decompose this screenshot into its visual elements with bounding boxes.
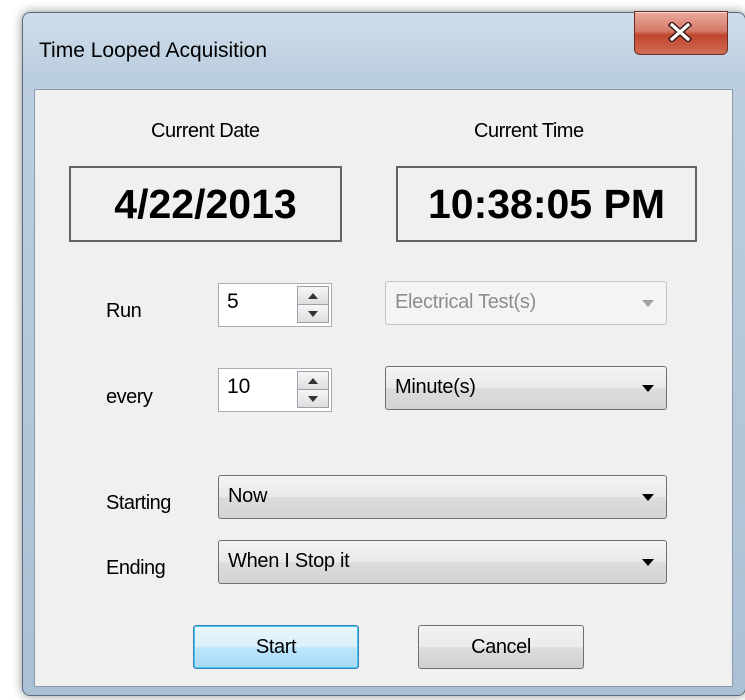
interval-up-button[interactable] — [297, 371, 329, 390]
ending-label: Ending — [106, 557, 166, 579]
cancel-button[interactable]: Cancel — [418, 625, 584, 669]
current-time-display: 10:38:05 PM — [396, 166, 697, 242]
time-looped-acquisition-dialog: Time Looped Acquisition Current Date Cur… — [22, 11, 745, 696]
title-bar[interactable]: Time Looped Acquisition — [23, 11, 745, 89]
run-label: Run — [106, 300, 142, 322]
starting-label: Starting — [106, 492, 171, 514]
dialog-content: Current Date Current Time 4/22/2013 10:3… — [34, 89, 733, 687]
run-count-stepper[interactable]: 5 — [218, 283, 332, 327]
chevron-down-icon — [642, 300, 654, 307]
start-button[interactable]: Start — [193, 625, 359, 669]
test-type-value: Electrical Test(s) — [395, 291, 536, 313]
every-label: every — [106, 386, 153, 408]
current-date-label: Current Date — [151, 120, 260, 142]
test-type-dropdown[interactable]: Electrical Test(s) — [385, 281, 667, 325]
chevron-down-icon — [642, 559, 654, 566]
chevron-down-icon — [642, 385, 654, 392]
current-date-display: 4/22/2013 — [69, 166, 342, 242]
current-time-label: Current Time — [474, 120, 584, 142]
chevron-up-icon — [308, 377, 318, 384]
run-count-value: 5 — [227, 290, 239, 313]
chevron-down-icon — [642, 494, 654, 501]
interval-stepper[interactable]: 10 — [218, 368, 332, 412]
ending-dropdown[interactable]: When I Stop it — [218, 540, 667, 584]
interval-unit-dropdown[interactable]: Minute(s) — [385, 366, 667, 410]
chevron-up-icon — [308, 292, 318, 299]
interval-unit-value: Minute(s) — [395, 376, 476, 398]
starting-dropdown[interactable]: Now — [218, 475, 667, 519]
close-button[interactable] — [634, 11, 728, 55]
interval-value: 10 — [227, 375, 251, 398]
run-count-down-button[interactable] — [297, 304, 329, 323]
interval-down-button[interactable] — [297, 389, 329, 408]
run-count-arrows — [297, 286, 329, 323]
run-count-up-button[interactable] — [297, 286, 329, 305]
ending-value: When I Stop it — [228, 550, 350, 572]
interval-arrows — [297, 371, 329, 408]
chevron-down-icon — [308, 310, 318, 317]
starting-value: Now — [228, 485, 268, 507]
close-icon — [668, 22, 692, 42]
chevron-down-icon — [308, 395, 318, 402]
window-title: Time Looped Acquisition — [39, 39, 268, 62]
